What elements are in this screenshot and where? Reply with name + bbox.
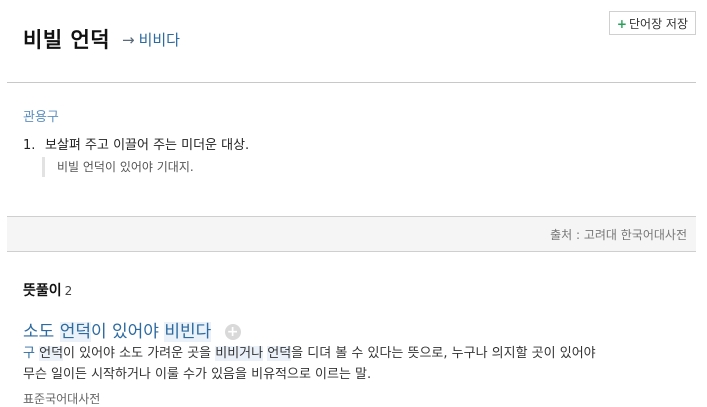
sense-text: 보살펴 주고 이끌어 주는 미더운 대상. <box>45 138 250 153</box>
phrase-word[interactable]: 이 있어야 <box>91 322 159 342</box>
meanings-title: 뜻풀이 2 <box>23 280 72 300</box>
add-circle-icon[interactable]: + <box>224 324 241 340</box>
entry-header: 비빌 언덕 → 비비다 + 단어장 저장 <box>7 0 696 83</box>
usage-example: 비빌 언덕이 있어야 기대지. <box>42 157 194 177</box>
def-keyword: 언덕 <box>267 346 292 361</box>
meanings-title-text: 뜻풀이 <box>23 283 62 299</box>
dictionary-source: 표준국어대사전 <box>23 392 101 406</box>
meanings-count: 2 <box>64 284 73 298</box>
phrase-word[interactable]: 소도 <box>23 322 54 342</box>
def-text: 이 있어야 소도 가려운 곳을 <box>63 346 212 361</box>
proverb-definition: 구 언덕이 있어야 소도 가려운 곳을 비비거나 언덕을 디뎌 볼 수 있다는 … <box>23 343 687 385</box>
def-text: 을 디뎌 볼 수 있다는 뜻으로, 누구나 의지할 곳이 있어야 <box>291 346 596 361</box>
proverb-phrase[interactable]: 소도 언덕이 있어야 비빈다 + <box>23 317 241 342</box>
def-text-line2: 무슨 일이든 시작하거나 이룰 수가 있음을 비유적으로 이르는 말. <box>23 367 372 382</box>
category-label: 관용구 <box>23 110 59 125</box>
sense-definition: 1. 보살펴 주고 이끌어 주는 미더운 대상. <box>23 134 696 153</box>
save-label: 단어장 저장 <box>628 17 688 31</box>
source-bar: 출처 : 고려대 한국어대사전 <box>7 216 696 252</box>
sense-number: 1. <box>23 138 36 153</box>
arrow-icon: → <box>122 31 135 49</box>
def-keyword: 언덕 <box>39 346 64 361</box>
save-to-wordbook-button[interactable]: + 단어장 저장 <box>608 11 696 35</box>
related-word-link[interactable]: → 비비다 <box>122 29 180 50</box>
phrase-word-highlight[interactable]: 비빈다 <box>164 322 212 342</box>
related-word[interactable]: 비비다 <box>139 31 180 49</box>
phrase-word-highlight[interactable]: 언덕 <box>59 322 91 342</box>
source-text: 출처 : 고려대 한국어대사전 <box>550 228 687 242</box>
plus-icon: + <box>616 17 627 31</box>
headword: 비빌 언덕 <box>23 28 111 52</box>
def-keyword: 비비거나 <box>215 346 264 361</box>
pos-label: 구 <box>23 346 35 361</box>
